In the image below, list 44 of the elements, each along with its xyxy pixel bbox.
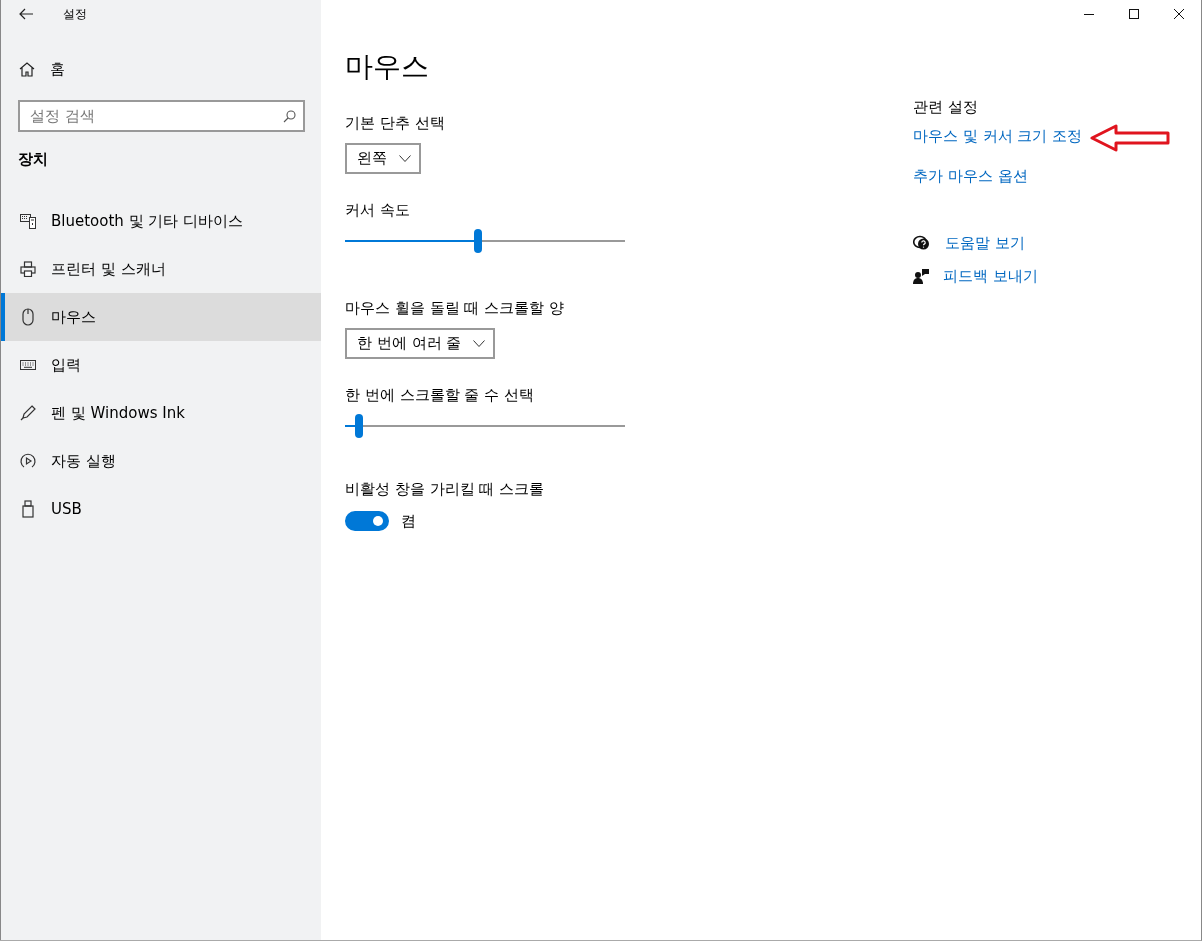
setting-label: 커서 속도 [345, 200, 411, 221]
keyboard-icon [20, 359, 36, 371]
nav-item[interactable]: 마우스 [1, 293, 321, 341]
search-icon [283, 110, 296, 123]
usb-drive-icon [22, 500, 34, 518]
setting-label: 한 번에 스크롤할 줄 수 선택 [345, 385, 535, 406]
related-link[interactable]: 추가 마우스 옵션 [913, 165, 1028, 187]
mouse-icon [22, 308, 34, 326]
setting-label: 기본 단추 선택 [345, 113, 446, 134]
maximize-icon [1128, 9, 1139, 19]
nav-item[interactable]: USB [1, 485, 321, 533]
toggle-switch[interactable] [345, 511, 389, 531]
home-nav-item[interactable]: 홈 [1, 51, 321, 87]
slider-thumb[interactable] [355, 414, 363, 438]
setting-label: 마우스 휠을 돌릴 때 스크롤할 양 [345, 298, 565, 319]
close-icon [1173, 9, 1184, 19]
slider-thumb[interactable] [474, 229, 482, 253]
home-icon [19, 61, 35, 77]
nav-item[interactable]: 펜 및 Windows Ink [1, 389, 321, 437]
section-heading: 관련 설정 [913, 97, 979, 118]
setting-label: 비활성 창을 가리킬 때 스크롤 [345, 479, 546, 500]
feedback-link[interactable]: 피드백 보내기 [943, 265, 1038, 287]
nav-item[interactable]: 프린터 및 스캐너 [1, 245, 321, 293]
nav-item[interactable]: 입력 [1, 341, 321, 389]
help-link[interactable]: 도움말 보기 [945, 232, 1025, 254]
nav-item[interactable]: Bluetooth 및 기타 디바이스 [1, 197, 321, 245]
printer-icon [20, 261, 36, 277]
related-link[interactable]: 마우스 및 커서 크기 조정 [913, 125, 1083, 147]
window-title: 설정 [63, 5, 87, 23]
section-heading: 장치 [18, 150, 49, 170]
play-circle-icon [20, 453, 36, 469]
chevron-down-icon [473, 340, 486, 347]
pen-icon [20, 405, 36, 421]
toggle-state-text: 켬 [401, 511, 416, 531]
back-arrow-icon [19, 8, 33, 20]
nav-item[interactable]: 자동 실행 [1, 437, 321, 485]
minimize-icon [1083, 13, 1094, 15]
person-feedback-icon [913, 268, 929, 284]
dropdown[interactable]: 왼쪽 [345, 143, 421, 174]
dropdown[interactable]: 한 번에 여러 줄 [345, 328, 496, 359]
search-field[interactable]: 설정 검색 [18, 100, 305, 132]
page-title: 마우스 [345, 49, 430, 85]
keyboard-device-icon [20, 213, 36, 229]
chevron-down-icon [399, 155, 411, 162]
